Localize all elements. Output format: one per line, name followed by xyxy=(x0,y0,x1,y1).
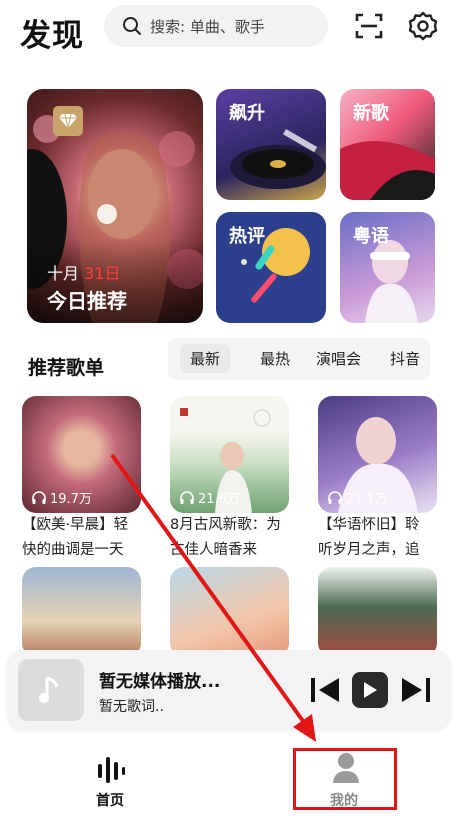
tile-cantonese[interactable]: 粤语 xyxy=(340,212,435,323)
headphones-icon xyxy=(32,491,46,504)
tab-douyin[interactable]: 抖音 xyxy=(390,348,420,369)
tile-label: 粤语 xyxy=(353,226,389,247)
playlist-card[interactable]: 19.7万 xyxy=(22,396,141,513)
music-note-icon xyxy=(39,676,59,703)
daily-recommend-card[interactable]: 十月 31日 今日推荐 xyxy=(27,89,203,323)
mini-player[interactable]: 暂无媒体播放... 暂无歌词.. xyxy=(7,650,451,730)
playlist-card[interactable] xyxy=(22,567,141,657)
app-logo: 发现 xyxy=(20,18,84,54)
playlist-card[interactable]: 21.1万 xyxy=(318,396,437,513)
play-count: 21.6万 xyxy=(180,488,240,507)
player-title: 暂无媒体播放... xyxy=(99,672,221,692)
diamond-icon xyxy=(53,106,83,136)
tile-hot-comments[interactable]: 热评 xyxy=(216,212,326,323)
playlist-title[interactable]: 【华语怀旧】聆 听岁月之声，追 xyxy=(318,513,446,563)
tile-label: 新歌 xyxy=(353,103,389,124)
feature-date: 十月 31日 xyxy=(47,264,121,283)
tile-label: 飙升 xyxy=(229,103,265,124)
player-subtitle: 暂无歌词.. xyxy=(99,699,164,715)
player-cover xyxy=(18,659,84,721)
annotation-highlight-box xyxy=(293,748,397,810)
tile-label: 热评 xyxy=(229,226,265,247)
headphones-icon xyxy=(328,491,342,504)
previous-icon[interactable] xyxy=(309,674,341,706)
tile-soaring[interactable]: 飙升 xyxy=(216,89,326,200)
playlist-card[interactable] xyxy=(170,567,289,657)
scan-icon[interactable] xyxy=(353,10,385,42)
next-icon[interactable] xyxy=(400,674,432,706)
search-icon xyxy=(123,17,141,35)
tab-bar: 最新 最热 演唱会 抖音 xyxy=(168,338,430,380)
playlist-title[interactable]: 【欧美·早晨】轻 快的曲调是一天 xyxy=(22,513,150,563)
play-button[interactable] xyxy=(352,672,388,708)
play-icon xyxy=(364,682,377,698)
playlist-card[interactable] xyxy=(318,567,437,657)
section-title: 推荐歌单 xyxy=(28,357,105,379)
feature-title: 今日推荐 xyxy=(47,289,127,313)
search-placeholder: 搜索: 单曲、歌手 xyxy=(150,17,265,36)
tab-hottest[interactable]: 最热 xyxy=(260,348,290,369)
tab-concert[interactable]: 演唱会 xyxy=(316,348,361,369)
headphones-icon xyxy=(180,491,194,504)
tile-new-songs[interactable]: 新歌 xyxy=(340,89,435,200)
settings-icon[interactable] xyxy=(407,10,439,42)
home-icon[interactable] xyxy=(96,756,126,784)
tab-latest[interactable]: 最新 xyxy=(180,344,231,373)
play-count: 21.1万 xyxy=(328,488,388,507)
search-bar[interactable]: 搜索: 单曲、歌手 xyxy=(104,5,328,47)
playlist-card[interactable]: 21.6万 xyxy=(170,396,289,513)
nav-home-label[interactable]: 首页 xyxy=(96,790,124,810)
playlist-title[interactable]: 8月古风新歌：为 古佳人暗香来 xyxy=(170,513,298,563)
play-count: 19.7万 xyxy=(32,488,92,507)
